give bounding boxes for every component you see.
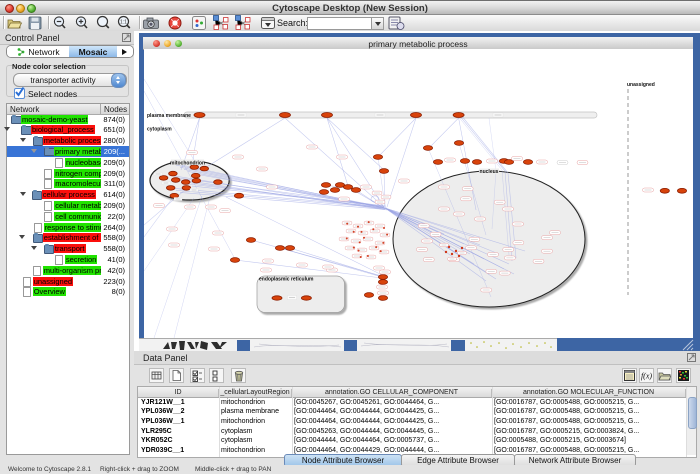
svg-text:cytoplasm: cytoplasm [147,127,172,133]
svg-text:1:1: 1:1 [120,20,127,26]
svg-text:plasma membrane: plasma membrane [147,113,191,119]
svg-text:unassigned: unassigned [627,82,655,88]
svg-text:nucleus: nucleus [480,169,499,175]
svg-text:mitochondrion: mitochondrion [170,160,205,166]
svg-text:endoplasmic reticulum: endoplasmic reticulum [259,277,314,283]
svg-text:f(x): f(x) [641,371,652,380]
